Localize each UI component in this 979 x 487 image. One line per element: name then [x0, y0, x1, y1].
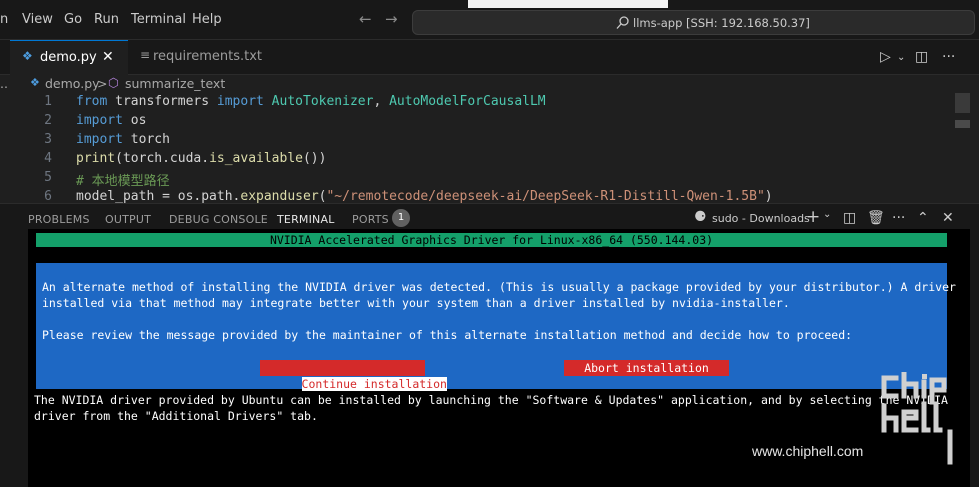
code-token: , — [373, 94, 390, 109]
menu-item-view[interactable]: View — [22, 12, 53, 27]
code-line[interactable]: 2 import os — [0, 113, 979, 132]
tab-debug-console[interactable]: DEBUG CONSOLE — [169, 213, 268, 226]
line-number: 1 — [44, 94, 52, 109]
terminal-output-line: The NVIDIA driver provided by Ubuntu can… — [34, 393, 948, 407]
installer-dialog: An alternate method of installing the NV… — [36, 263, 956, 391]
python-file-icon: ❖ — [30, 76, 40, 89]
close-panel-icon[interactable]: ✕ — [942, 210, 954, 226]
abort-installation-button[interactable]: Abort installation — [564, 360, 729, 376]
menu-item-go[interactable]: Go — [64, 12, 82, 27]
menu-item-selection[interactable]: n — [0, 12, 8, 27]
chiphell-logo — [881, 372, 953, 465]
code-token: import — [76, 113, 123, 128]
command-center-search[interactable]: llms-app [SSH: 192.168.50.37] — [412, 10, 975, 35]
window-edge-strip — [468, 0, 668, 8]
code-token: # 本地模型路径 — [76, 174, 170, 189]
dialog-text-line: Please review the message provided by th… — [42, 328, 853, 342]
dialog-text-line: An alternate method of installing the NV… — [42, 280, 956, 294]
code-token: print — [76, 151, 116, 166]
run-icon[interactable]: ▷ — [880, 49, 891, 65]
code-token: import — [216, 94, 264, 109]
menu-item-help[interactable]: Help — [192, 12, 222, 27]
search-icon — [616, 16, 629, 29]
chevron-down-icon[interactable]: ⌄ — [897, 52, 905, 63]
tab-label: requirements.txt — [153, 49, 263, 64]
chevron-down-icon[interactable]: ⌄ — [823, 209, 831, 220]
watermark-url: www.chiphell.com — [752, 443, 864, 459]
terminal-icon: ⚈ — [694, 209, 707, 225]
code-token: ) — [764, 189, 773, 203]
tab-requirements-txt[interactable]: ≡ requirements.txt — [128, 40, 262, 75]
minimap-slider[interactable] — [955, 93, 970, 113]
command-center-label: llms-app [SSH: 192.168.50.37] — [633, 16, 810, 30]
arrow-left-icon[interactable]: ← — [359, 10, 372, 28]
ports-count-badge: 1 — [392, 209, 410, 227]
code-token: AutoTokenizer — [263, 94, 374, 109]
code-text: # 本地模型路径 — [76, 170, 170, 189]
code-token: model_path = os.path. — [76, 189, 241, 203]
terminal-output-line: driver from the "Additional Drivers" tab… — [34, 409, 318, 423]
code-text: model_path = os.path.expanduser("~/remot… — [76, 189, 773, 203]
code-token: os — [122, 113, 147, 128]
method-icon: ⬡ — [108, 75, 119, 90]
continue-installation-label: Continue installation — [301, 377, 447, 391]
dialog-text-line: installed via that method may integrate … — [42, 296, 790, 310]
maximize-panel-icon[interactable]: ⌃ — [917, 210, 929, 226]
code-editor[interactable]: 1 from transformers import AutoTokenizer,… — [0, 93, 979, 203]
line-number: 3 — [44, 132, 52, 147]
code-token: (torch.cuda. — [115, 151, 210, 166]
code-token: ()) — [302, 151, 327, 166]
python-file-icon: ❖ — [22, 49, 33, 63]
tab-demo-py[interactable]: ❖ demo.py ✕ — [10, 40, 128, 75]
code-text: from transformers import AutoTokenizer, … — [76, 94, 546, 109]
more-actions-icon[interactable]: ··· — [942, 49, 955, 65]
breadcrumb-symbol[interactable]: summarize_text — [125, 76, 225, 91]
tab-label: demo.py — [40, 50, 97, 65]
tab-problems[interactable]: PROBLEMS — [28, 213, 90, 226]
terminal-name[interactable]: sudo - Downloads — [712, 212, 810, 225]
line-number: 5 — [44, 170, 52, 185]
split-terminal-icon[interactable]: ◫ — [843, 210, 856, 226]
code-line[interactable]: 6 model_path = os.path.expanduser("~/remo… — [0, 189, 979, 203]
code-line[interactable]: 5 # 本地模型路径 — [0, 170, 979, 189]
more-actions-icon[interactable]: ··· — [892, 210, 905, 226]
line-number: 2 — [44, 113, 52, 128]
arrow-right-icon[interactable]: → — [385, 10, 398, 28]
code-text: print(torch.cuda.is_available()) — [76, 151, 326, 166]
code-token: AutoModelForCausalLM — [389, 94, 546, 109]
breadcrumb-separator: > — [97, 76, 108, 91]
add-terminal-icon[interactable]: + — [806, 207, 820, 227]
code-token: from — [76, 94, 108, 109]
line-number: 6 — [44, 189, 52, 203]
code-text: import torch — [76, 132, 170, 147]
menu-item-terminal[interactable]: Terminal — [131, 12, 186, 27]
code-token: transformers — [107, 94, 217, 109]
code-token: "~/remotecode/deepseek-ai/DeepSeek-R1-Di… — [326, 189, 765, 203]
code-token: expanduser — [240, 189, 319, 203]
tab-output[interactable]: OUTPUT — [105, 213, 151, 226]
close-icon[interactable]: ✕ — [102, 49, 114, 65]
title-bar: n View Go Run Terminal Help ← → llms-app… — [0, 0, 979, 40]
editor-tab-bar: ❖ demo.py ✕ ≡ requirements.txt ▷ ⌄ ◫ ··· — [0, 40, 979, 75]
breadcrumb-file[interactable]: demo.py — [45, 76, 100, 91]
trash-icon[interactable]: 🗑 — [867, 210, 885, 226]
code-text: import os — [76, 113, 146, 128]
code-token: is_available — [209, 151, 303, 166]
split-editor-icon[interactable]: ◫ — [915, 49, 928, 65]
menu-item-run[interactable]: Run — [94, 12, 119, 27]
continue-installation-button[interactable]: Continue installation — [260, 360, 447, 391]
tab-ports[interactable]: PORTS — [352, 213, 389, 226]
breadcrumb-overflow: .. — [0, 76, 8, 91]
scrollbar-marker — [955, 120, 970, 128]
code-token: import — [76, 132, 123, 147]
line-number: 4 — [44, 151, 52, 166]
text-file-icon: ≡ — [140, 48, 151, 62]
breadcrumb: .. ❖ demo.py > ⬡ summarize_text — [0, 75, 979, 93]
installer-header: NVIDIA Accelerated Graphics Driver for L… — [36, 233, 947, 247]
code-token: torch — [122, 132, 170, 147]
code-line[interactable]: 1 from transformers import AutoTokenizer,… — [0, 94, 979, 113]
code-line[interactable]: 4 print(torch.cuda.is_available()) — [0, 151, 979, 170]
code-line[interactable]: 3 import torch — [0, 132, 979, 151]
